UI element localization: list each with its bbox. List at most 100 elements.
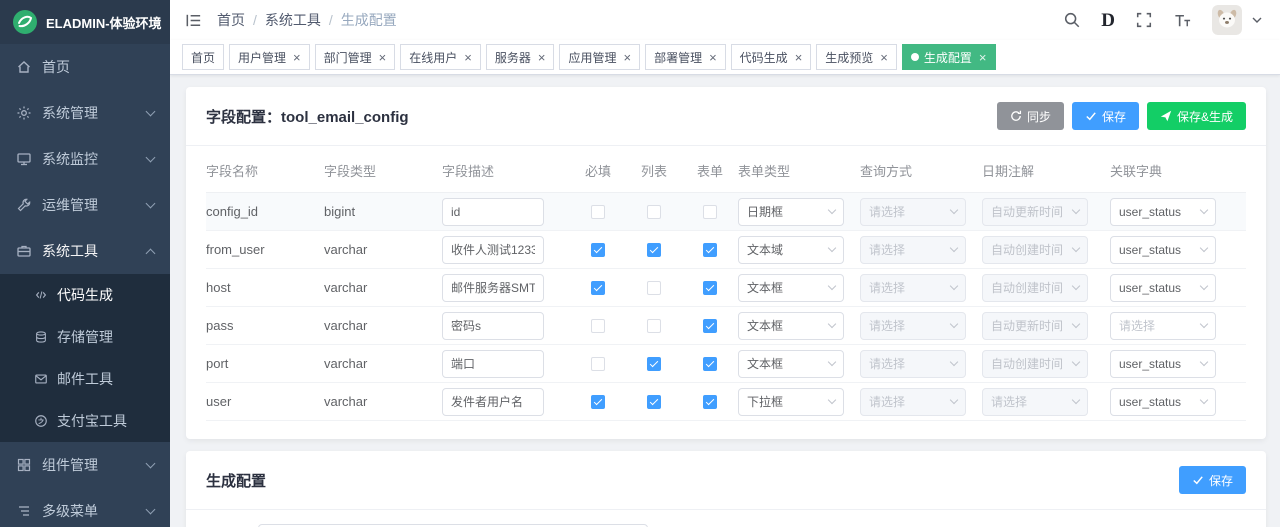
form-checkbox[interactable] [703, 204, 717, 219]
save-generate-button[interactable]: 保存&生成 [1146, 102, 1246, 130]
dict-select[interactable]: user_status [1110, 349, 1216, 378]
form-type-select[interactable]: 文本框 [738, 349, 844, 378]
sidebar-item[interactable]: 组件管理 [0, 442, 170, 488]
field-type: bigint [324, 204, 356, 219]
field-desc-input[interactable] [442, 197, 544, 226]
sidebar-item[interactable]: 首页 [0, 44, 170, 90]
select-value: user_status [1119, 356, 1182, 371]
close-icon[interactable]: × [293, 51, 301, 64]
field-desc-input[interactable] [442, 273, 544, 302]
required-checkbox[interactable] [591, 280, 605, 295]
form-type-select[interactable]: 日期框 [738, 197, 844, 226]
view-tab[interactable]: 部署管理 × [645, 44, 726, 70]
required-checkbox[interactable] [591, 356, 605, 371]
view-tab[interactable]: 服务器 × [485, 44, 555, 70]
dict-select[interactable]: user_status [1110, 273, 1216, 302]
form-type-select[interactable]: 下拉框 [738, 387, 844, 416]
sidebar-item[interactable]: 系统监控 [0, 136, 170, 182]
list-checkbox[interactable] [647, 356, 661, 371]
view-tab[interactable]: 生成预览 × [816, 44, 897, 70]
sidebar-toggle-icon[interactable] [184, 11, 203, 30]
list-checkbox[interactable] [647, 318, 661, 333]
font-size-icon[interactable] [1173, 11, 1192, 30]
sidebar: ELADMIN-体验环境 首页 系统管理 系统监控 运维管理 系统工具 代码生成 存储管理邮… [0, 0, 170, 527]
sidebar-subitem[interactable]: 邮件工具 [0, 358, 170, 400]
close-icon[interactable]: × [379, 51, 387, 64]
breadcrumb-item[interactable]: 首页 [217, 10, 245, 30]
dict-select[interactable]: user_status [1110, 387, 1216, 416]
required-checkbox[interactable] [591, 394, 605, 409]
form-checkbox[interactable] [703, 242, 717, 257]
form-type-select[interactable]: 文本框 [738, 273, 844, 302]
search-icon[interactable] [1063, 11, 1081, 29]
form-checkbox[interactable] [703, 356, 717, 371]
close-icon[interactable]: × [464, 51, 472, 64]
chevron-down-icon [1071, 281, 1081, 291]
sidebar-subitem[interactable]: 支付宝工具 [0, 400, 170, 442]
field-name: config_id [206, 204, 259, 219]
field-desc-input[interactable] [442, 311, 544, 340]
fullscreen-icon[interactable] [1135, 11, 1153, 29]
view-tab-label: 服务器 [494, 50, 531, 65]
form-checkbox[interactable] [703, 394, 717, 409]
levels-icon [16, 503, 32, 519]
docs-icon[interactable]: D [1101, 11, 1115, 30]
select-value: 请选择 [991, 395, 1028, 409]
field-desc-input[interactable] [442, 349, 544, 378]
close-icon[interactable]: × [623, 51, 631, 64]
save-button[interactable]: 保存 [1071, 102, 1139, 130]
column-header: 表单 [696, 164, 723, 179]
sync-button[interactable]: 同步 [996, 102, 1064, 130]
close-icon[interactable]: × [709, 51, 717, 64]
field-row: from_user varchar 文本域 请选择 自动创建时间 user_status [206, 231, 1246, 269]
close-icon[interactable]: × [538, 51, 546, 64]
required-checkbox[interactable] [591, 242, 605, 257]
sidebar-item[interactable]: 系统工具 [0, 228, 170, 274]
breadcrumb: 首页 / 系统工具 / 生成配置 [217, 10, 397, 30]
field-desc-input[interactable] [442, 235, 544, 264]
sidebar-subitem[interactable]: 代码生成 [0, 274, 170, 316]
chevron-down-icon [1071, 243, 1081, 253]
app-logo[interactable]: ELADMIN-体验环境 [0, 0, 170, 44]
dict-select[interactable]: user_status [1110, 197, 1216, 226]
close-icon[interactable]: × [880, 51, 888, 64]
required-checkbox[interactable] [591, 204, 605, 219]
sidebar-item[interactable]: 多级菜单 [0, 488, 170, 527]
view-tab[interactable]: 部门管理 × [314, 44, 396, 70]
view-tab[interactable]: 代码生成 × [730, 44, 812, 70]
field-config-actions: 同步 保存 保存&生成 [996, 102, 1246, 130]
field-desc-input[interactable] [442, 387, 544, 416]
required-checkbox[interactable] [591, 318, 605, 333]
list-checkbox[interactable] [647, 204, 661, 219]
generator-save-button-label: 保存 [1208, 473, 1233, 488]
view-tab[interactable]: 应用管理 × [559, 44, 641, 70]
sidebar-subitem[interactable]: 存储管理 [0, 316, 170, 358]
field-row: host varchar 文本框 请选择 自动创建时间 user_status [206, 269, 1246, 307]
dict-select[interactable]: user_status [1110, 235, 1216, 264]
view-tab[interactable]: 在线用户 × [400, 44, 481, 70]
list-checkbox[interactable] [647, 394, 661, 409]
view-tab[interactable]: 生成配置 × [901, 44, 996, 70]
column-header: 查询方式 [860, 164, 913, 179]
send-icon [1160, 110, 1172, 122]
form-checkbox[interactable] [703, 318, 717, 333]
form-type-select[interactable]: 文本域 [738, 235, 844, 264]
select-value: 文本域 [747, 243, 784, 257]
dict-select[interactable]: 请选择 [1110, 311, 1216, 340]
view-tab[interactable]: 用户管理 × [229, 44, 310, 70]
breadcrumb-separator: / [253, 12, 257, 28]
close-icon[interactable]: × [979, 51, 987, 64]
user-menu-caret-icon[interactable] [1252, 17, 1262, 23]
sidebar-item[interactable]: 运维管理 [0, 182, 170, 228]
breadcrumb-item[interactable]: 系统工具 [265, 10, 321, 30]
form-type-select[interactable]: 文本框 [738, 311, 844, 340]
list-checkbox[interactable] [647, 242, 661, 257]
list-checkbox[interactable] [647, 280, 661, 295]
date-annotation-select: 自动创建时间 [982, 273, 1088, 302]
form-checkbox[interactable] [703, 280, 717, 295]
sidebar-item[interactable]: 系统管理 [0, 90, 170, 136]
view-tab[interactable]: 首页 [182, 44, 225, 70]
generator-save-button[interactable]: 保存 [1178, 466, 1246, 494]
user-avatar[interactable] [1212, 5, 1242, 35]
close-icon[interactable]: × [795, 51, 803, 64]
